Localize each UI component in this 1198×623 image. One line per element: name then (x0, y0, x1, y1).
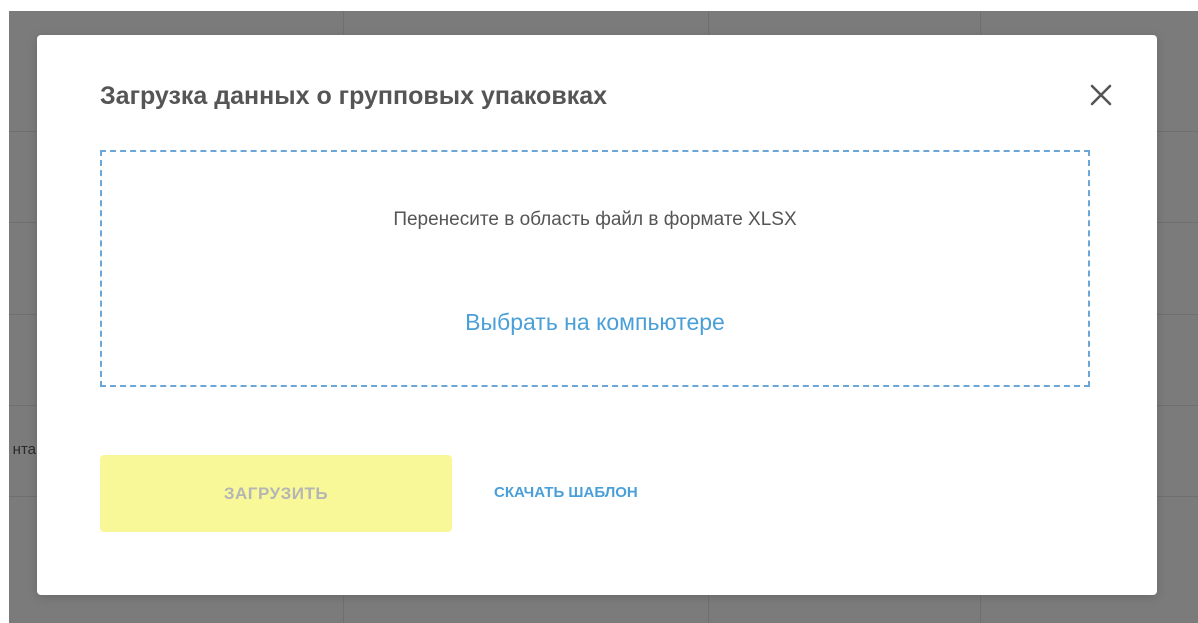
close-icon (1090, 84, 1112, 106)
modal-title: Загрузка данных о групповых упаковках (100, 82, 608, 110)
background-left-strip (0, 0, 9, 623)
background-text-fragment-label: нта (12, 441, 36, 458)
upload-modal: Загрузка данных о групповых упаковках Пе… (37, 35, 1157, 595)
background-text-fragment: нта (0, 440, 36, 460)
close-button[interactable] (1081, 75, 1121, 115)
dropzone-hint: Перенесите в область файл в формате XLSX (393, 209, 797, 230)
upload-button[interactable]: ЗАГРУЗИТЬ (100, 455, 452, 532)
background-top-strip (0, 0, 1198, 11)
file-dropzone[interactable]: Перенесите в область файл в формате XLSX… (100, 150, 1090, 387)
screen: нта Загрузка данных о групповых упаковка… (0, 0, 1198, 623)
choose-file-link[interactable]: Выбрать на компьютере (102, 307, 1088, 337)
download-template-link[interactable]: СКАЧАТЬ ШАБЛОН (494, 482, 638, 504)
